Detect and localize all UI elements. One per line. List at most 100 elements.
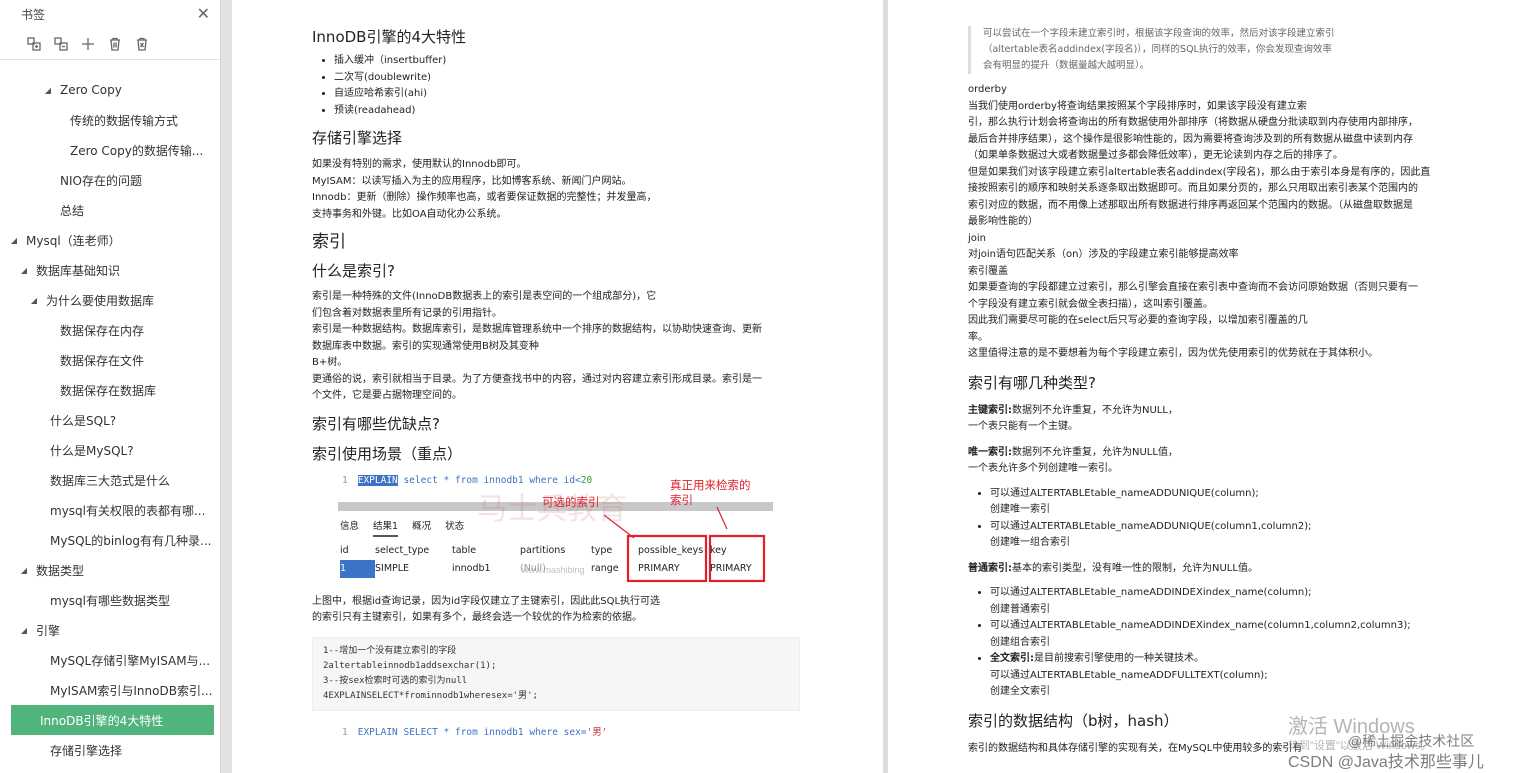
bookmark-item[interactable]: ◢ 数据库基础知识 <box>0 255 220 285</box>
expand-caret-icon[interactable]: ◢ <box>8 236 20 245</box>
bookmark-item[interactable]: ◢ 为什么要使用数据库 <box>0 285 220 315</box>
delete-icon[interactable] <box>107 36 123 52</box>
bookmark-label: mysql有关权限的表都有哪... <box>50 503 206 518</box>
text-line: 可以通过ALTERTABLEtable_nameADDUNIQUE(column… <box>990 520 1312 532</box>
delete-all-icon[interactable] <box>134 36 150 52</box>
text-line: 创建全文索引 <box>990 686 1050 697</box>
close-icon[interactable]: ✕ <box>197 6 210 22</box>
text-line: 支持事务和外键。比如OA自动化办公系统。 <box>312 208 507 220</box>
bold-label: 唯一索引: <box>968 446 1012 458</box>
text-line: 因此我们需要尽可能的在select后只写必要的查询字段，以增加索引覆盖的几 <box>968 315 1308 326</box>
text-span: 基本的索引类型，没有唯一性的限制，允许为NULL值。 <box>1012 562 1258 574</box>
bookmark-label: MyISAM索引与InnoDB索引... <box>50 683 213 698</box>
expand-caret-icon[interactable]: ◢ <box>18 566 30 575</box>
figure-caption: 上图中，根据id查询记录，因为id字段仅建立了主键索引，因此此SQL执行可选 的… <box>312 594 812 627</box>
cell: 1 <box>340 559 375 578</box>
text-line: 如果没有特别的需求，使用默认的Innodb即可。 <box>312 159 527 170</box>
text-line: 率。 <box>968 331 988 343</box>
heading-index-types: 索引有哪几种类型? <box>968 373 1096 392</box>
text-line: 但是如果我们对该字段建立索引altertable表名addindex(字段名)，… <box>968 166 1431 178</box>
line-number: 1 <box>342 726 348 738</box>
cell: PRIMARY <box>638 562 680 574</box>
expand-caret-icon[interactable]: ◢ <box>28 296 40 305</box>
bookmark-item[interactable]: 数据保存在文件 <box>0 345 220 375</box>
bookmark-item[interactable]: MyISAM索引与InnoDB索引... <box>0 675 220 705</box>
bold-label: 普通索引: <box>968 562 1012 574</box>
bookmark-label: 数据保存在文件 <box>60 353 145 368</box>
bookmark-item[interactable]: MySQL存储引擎MyISAM与... <box>0 645 220 675</box>
tab-info[interactable]: 信息 <box>340 519 359 538</box>
heading-usage-scene: 索引使用场景（重点） <box>312 444 463 463</box>
add-bookmark-icon[interactable] <box>80 36 96 52</box>
panel-divider[interactable] <box>221 0 232 773</box>
bookmark-panel: 书签 ✕ ◢ Zero Copy 传统的数据传输方式 Zero Copy的数据传输..… <box>0 0 221 773</box>
bookmark-label: InnoDB引擎的4大特性 <box>40 713 164 728</box>
bookmark-label: 存储引擎选择 <box>50 743 123 758</box>
text-line: 数据库表中数据。索引的实现通常使用B树及其变种 <box>312 340 539 352</box>
expand-all-icon[interactable] <box>26 36 42 52</box>
bookmark-item[interactable]: 数据保存在数据库 <box>0 375 220 405</box>
text-line: Innodb：更新（删除）操作频率也高，或者要保证数据的完整性；并发量高， <box>312 192 657 203</box>
bookmark-item[interactable]: mysql有哪些数据类型 <box>0 585 220 615</box>
text-line: 会有明显的提升（数据量越大越明显）。 <box>983 60 1150 71</box>
bookmark-item[interactable]: 数据库三大范式是什么 <box>0 465 220 495</box>
bookmark-item[interactable]: mysql有关权限的表都有哪... <box>0 495 220 525</box>
primary-key-text: 主键索引:数据列不允许重复，不允许为NULL， 一个表只能有一个主键。 <box>968 403 1458 436</box>
document-page-left: InnoDB引擎的4大特性 插入缓冲（insertbuffer) 二次写(dou… <box>232 0 883 773</box>
bookmark-label: 传统的数据传输方式 <box>70 113 179 128</box>
bookmark-item[interactable]: ◢ 数据类型 <box>0 555 220 585</box>
bookmark-item[interactable]: InnoDB引擎的4大特性 <box>11 705 214 735</box>
col-header: partitions <box>520 544 566 556</box>
tab-profile[interactable]: 概况 <box>412 519 431 538</box>
what-is-index-paragraph: 索引是一种特殊的文件(InnoDB数据表上的索引是表空间的一个组成部分)，它 们… <box>312 289 802 405</box>
sql-string: '男' <box>586 726 608 738</box>
tab-result1[interactable]: 结果1 <box>373 519 399 537</box>
col-header: type <box>591 544 613 556</box>
bookmark-item[interactable]: 存储引擎选择 <box>0 735 220 765</box>
text-line: 们包含着对数据表里所有记录的引用指针。 <box>312 307 502 319</box>
bold-label: 主键索引: <box>968 404 1012 416</box>
text-line: 一个表允许多个列创建唯一索引。 <box>968 463 1118 474</box>
bookmark-item[interactable]: NIO存在的问题 <box>0 165 220 195</box>
collapse-all-icon[interactable] <box>53 36 69 52</box>
text-line: 一个表只能有一个主键。 <box>968 421 1078 432</box>
list-item: 可以通过ALTERTABLEtable_nameADDINDEXindex_na… <box>990 585 1458 618</box>
bookmark-item[interactable]: MySQL的binlog有有几种录... <box>0 525 220 555</box>
text-line: 索引是一种特殊的文件(InnoDB数据表上的索引是表空间的一个组成部分)，它 <box>312 291 657 302</box>
bookmark-label: MySQL存储引擎MyISAM与... <box>50 653 211 668</box>
bookmark-item[interactable]: 什么是MySQL? <box>0 435 220 465</box>
expand-caret-icon[interactable]: ◢ <box>18 626 30 635</box>
bookmark-label: Mysql（连老师） <box>26 233 121 248</box>
bookmark-item[interactable]: 传统的数据传输方式 <box>0 105 220 135</box>
sql-text: * from innodb1 where sex= <box>437 726 587 738</box>
bookmark-label: 数据保存在数据库 <box>60 383 157 398</box>
bookmark-item[interactable]: 总结 <box>0 195 220 225</box>
innodb-features-list: 插入缓冲（insertbuffer) 二次写(doublewrite) 自适应哈… <box>312 53 812 119</box>
bookmark-item[interactable]: Zero Copy的数据传输... <box>0 135 220 165</box>
bookmark-label: 数据库三大范式是什么 <box>50 473 171 488</box>
orderby-paragraph: orderby 当我们使用orderby将查询结果按照某个字段排序时，如果该字段没… <box>968 82 1458 363</box>
bookmark-item[interactable]: ◢ Zero Copy <box>0 75 220 105</box>
text-span: 是目前搜索引擎使用的一种关键技术。 <box>1034 653 1204 664</box>
text-line: 可以通过ALTERTABLEtable_nameADDINDEXindex_na… <box>990 587 1312 598</box>
text-line: 创建唯一组合索引 <box>990 537 1070 548</box>
text-line: 创建组合索引 <box>990 636 1050 648</box>
expand-caret-icon[interactable]: ◢ <box>42 86 54 95</box>
tab-status[interactable]: 状态 <box>445 519 464 538</box>
bookmark-label: mysql有哪些数据类型 <box>50 593 170 608</box>
bookmark-label: 数据保存在内存 <box>60 323 145 338</box>
text-line: 索引对应的数据，而不用像上述那取出所有数据进行排序再返回某个范围内的数据。（从磁… <box>968 199 1413 211</box>
bookmark-item[interactable]: 什么是SQL? <box>0 405 220 435</box>
bookmark-item[interactable]: ◢ 引擎 <box>0 615 220 645</box>
text-line: 个字段没有建立索引就会做全表扫描），这叫索引覆盖。 <box>968 298 1213 310</box>
watermark: 马士兵教育 <box>477 492 627 526</box>
text-line: 上图中，根据id查询记录，因为id字段仅建立了主键索引，因此此SQL执行可选 <box>312 595 661 607</box>
bookmark-label: 数据类型 <box>36 563 85 578</box>
expand-caret-icon[interactable]: ◢ <box>18 266 30 275</box>
bookmark-item[interactable]: ◢ Mysql（连老师） <box>0 225 220 255</box>
text-line: 这里值得注意的是不要想着为每个字段建立索引，因为优先使用索引的优势就在于其体积小… <box>968 348 1378 359</box>
col-header: id <box>340 544 349 556</box>
result-header-row: id select_type table partitions type pos… <box>340 542 750 560</box>
code-block: 1--增加一个没有建立索引的字段 2altertableinnodb1addse… <box>312 636 800 711</box>
bookmark-item[interactable]: 数据保存在内存 <box>0 315 220 345</box>
